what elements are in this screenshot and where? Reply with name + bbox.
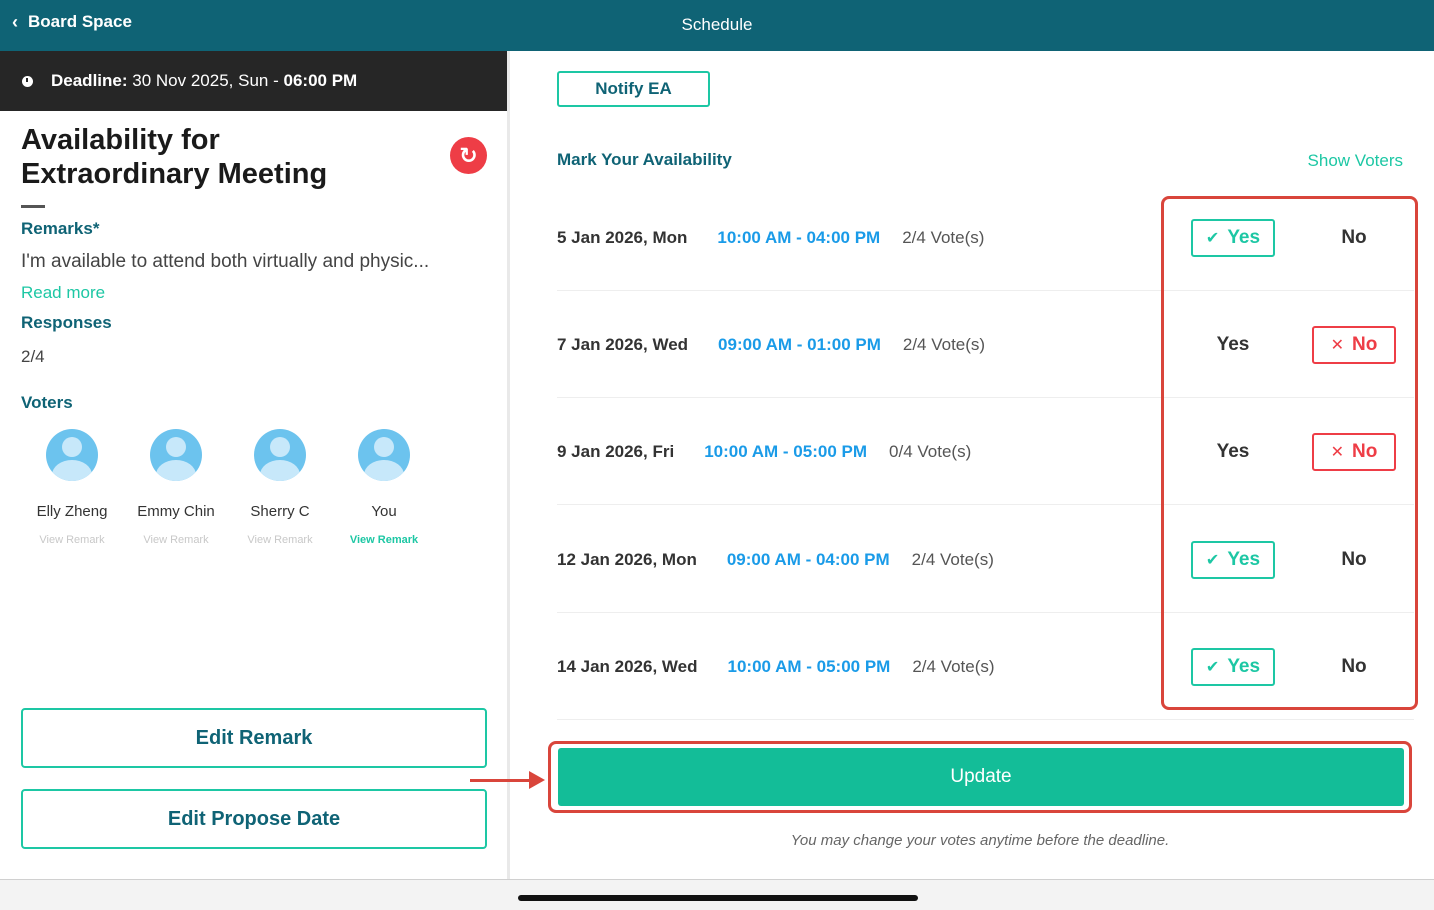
- no-label: No: [1341, 227, 1367, 248]
- check-icon: ✔: [1205, 552, 1220, 569]
- meeting-title-line1: Availability for: [21, 124, 220, 156]
- user-avatar-icon: [150, 429, 202, 481]
- x-icon: ✕: [1330, 444, 1345, 461]
- no-label: No: [1352, 441, 1378, 462]
- responses-label: Responses: [21, 313, 112, 332]
- mark-availability-label: Mark Your Availability: [557, 150, 732, 169]
- user-avatar-icon: [254, 429, 306, 481]
- user-avatar-icon: [46, 429, 98, 481]
- option-votes: 0/4 Vote(s): [889, 441, 972, 461]
- option-time: 10:00 AM - 05:00 PM: [727, 656, 891, 676]
- annotation-arrow-head: [529, 771, 545, 789]
- voter-name: Elly Zheng: [36, 503, 108, 520]
- edit-remark-button[interactable]: Edit Remark: [21, 708, 487, 768]
- option-date: 12 Jan 2026, Mon: [557, 549, 697, 569]
- option-votes: 2/4 Vote(s): [902, 334, 986, 354]
- yes-button[interactable]: ✔ Yes: [1191, 541, 1275, 579]
- voter-item: Elly Zheng View Remark: [22, 429, 122, 546]
- no-label: No: [1341, 549, 1367, 570]
- no-button[interactable]: No: [1312, 541, 1396, 579]
- refresh-icon[interactable]: ↻: [450, 137, 487, 174]
- meeting-title: Availability for Extraordinary Meeting: [21, 123, 421, 191]
- yes-label: Yes: [1216, 334, 1250, 355]
- option-date: 7 Jan 2026, Wed: [557, 334, 689, 354]
- page-title: Schedule: [681, 15, 753, 34]
- user-avatar-icon: [358, 429, 410, 481]
- no-label: No: [1352, 334, 1378, 355]
- notify-ea-button[interactable]: Notify EA: [557, 71, 710, 107]
- yes-label: Yes: [1227, 656, 1261, 677]
- no-button[interactable]: No: [1312, 648, 1396, 686]
- option-date: 5 Jan 2026, Mon: [557, 227, 688, 247]
- option-date: 14 Jan 2026, Wed: [557, 656, 698, 676]
- date-option-row: 12 Jan 2026, Mon 09:00 AM - 04:00 PM 2/4 V…: [557, 506, 1414, 613]
- date-option-row: 5 Jan 2026, Mon 10:00 AM - 04:00 PM 2/4 Vo…: [557, 184, 1414, 291]
- deadline-label: Deadline:: [51, 71, 128, 90]
- read-more-link[interactable]: Read more: [21, 283, 105, 303]
- divider: [21, 205, 45, 208]
- meeting-title-line2: Extraordinary Meeting: [21, 158, 328, 190]
- check-icon: ✔: [1205, 230, 1220, 247]
- deadline-separator: -: [273, 71, 279, 90]
- deadline-time: 06:00 PM: [283, 71, 358, 90]
- date-option-row: 9 Jan 2026, Fri 10:00 AM - 05:00 PM 0/4 Vo…: [557, 398, 1414, 505]
- annotation-arrow: [470, 779, 530, 782]
- remarks-text: I'm available to attend both virtually a…: [21, 251, 430, 272]
- yes-button[interactable]: ✔ Yes: [1191, 219, 1275, 257]
- no-button[interactable]: ✕ No: [1312, 326, 1396, 364]
- x-icon: ✕: [1330, 337, 1345, 354]
- date-option-row: 14 Jan 2026, Wed 10:00 AM - 05:00 PM 2/4 V…: [557, 613, 1414, 720]
- yes-label: Yes: [1227, 227, 1261, 248]
- no-label: No: [1341, 656, 1367, 677]
- view-remark-link[interactable]: View Remark: [126, 534, 226, 546]
- schedule-panel: Notify EA Mark Your Availability Show Vo…: [510, 51, 1434, 879]
- deadline-banner: Deadline: 30 Nov 2025, Sun - 06:00 PM: [0, 51, 507, 111]
- no-button[interactable]: No: [1312, 219, 1396, 257]
- voter-name: Sherry C: [250, 503, 310, 520]
- deadline-date: 30 Nov 2025, Sun: [132, 71, 269, 90]
- responses-value: 2/4: [21, 347, 45, 366]
- date-option-row: 7 Jan 2026, Wed 09:00 AM - 01:00 PM 2/4 Vo…: [557, 291, 1414, 398]
- yes-button[interactable]: Yes: [1191, 433, 1275, 471]
- voter-name: You: [371, 503, 397, 520]
- option-votes: 2/4 Vote(s): [912, 656, 995, 676]
- yes-button[interactable]: ✔ Yes: [1191, 648, 1275, 686]
- update-button[interactable]: Update: [558, 748, 1404, 806]
- voter-item: You View Remark: [334, 429, 434, 546]
- voter-item: Emmy Chin View Remark: [126, 429, 226, 546]
- clock-icon: [22, 75, 33, 87]
- voter-item: Sherry C View Remark: [230, 429, 330, 546]
- view-remark-link[interactable]: View Remark: [22, 534, 122, 546]
- show-voters-link[interactable]: Show Voters: [1308, 151, 1403, 171]
- option-votes: 2/4 Vote(s): [911, 549, 994, 569]
- yes-label: Yes: [1227, 549, 1261, 570]
- view-remark-link[interactable]: View Remark: [230, 534, 330, 546]
- home-indicator[interactable]: [518, 895, 918, 901]
- meeting-panel: Deadline: 30 Nov 2025, Sun - 06:00 PM Av…: [0, 51, 507, 879]
- option-time: 09:00 AM - 01:00 PM: [718, 334, 881, 354]
- option-time: 09:00 AM - 04:00 PM: [726, 549, 890, 569]
- edit-propose-date-button[interactable]: Edit Propose Date: [21, 789, 487, 849]
- no-button[interactable]: ✕ No: [1312, 433, 1396, 471]
- check-icon: ✔: [1205, 659, 1220, 676]
- view-remark-link[interactable]: View Remark: [334, 534, 434, 546]
- option-date: 9 Jan 2026, Fri: [557, 441, 675, 461]
- remarks-label: Remarks*: [21, 219, 100, 238]
- option-time: 10:00 AM - 05:00 PM: [704, 441, 868, 461]
- option-votes: 2/4 Vote(s): [902, 227, 985, 247]
- top-bar: ‹ Board Space Schedule: [0, 0, 1434, 51]
- voters-label: Voters: [21, 393, 73, 412]
- yes-button[interactable]: Yes: [1191, 326, 1275, 364]
- yes-label: Yes: [1216, 441, 1250, 462]
- voter-name: Emmy Chin: [137, 503, 215, 520]
- option-time: 10:00 AM - 04:00 PM: [717, 227, 881, 247]
- deadline-footnote: You may change your votes anytime before…: [790, 832, 1170, 849]
